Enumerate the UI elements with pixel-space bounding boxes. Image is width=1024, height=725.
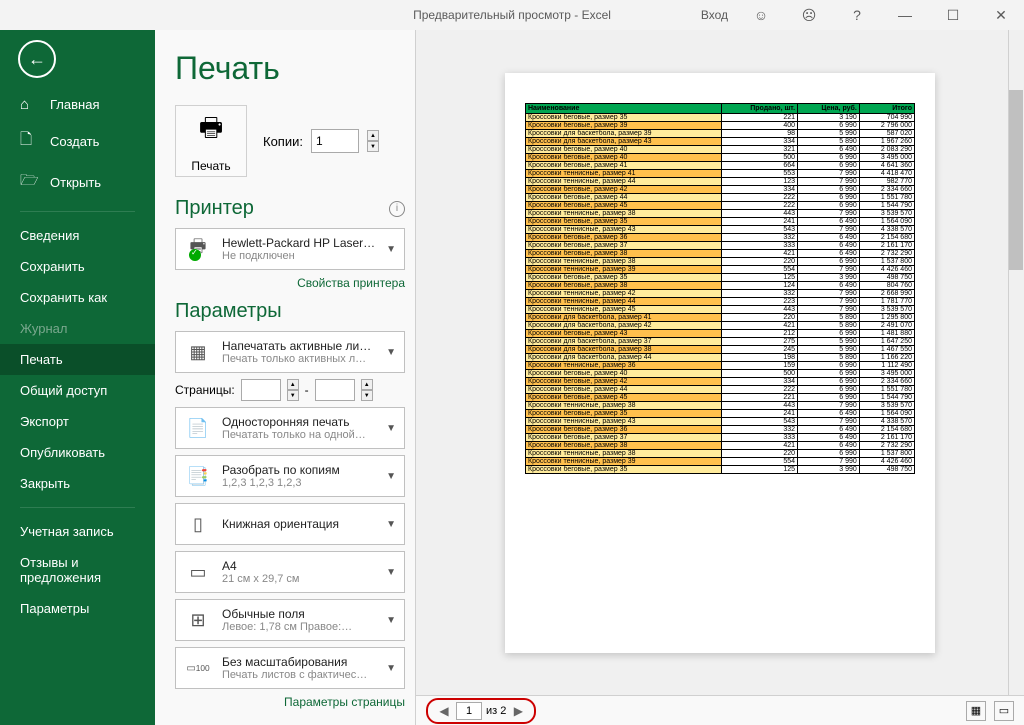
close-button[interactable]: ✕	[978, 0, 1024, 30]
nav-open[interactable]: 🗁Открыть	[0, 162, 155, 203]
prev-page-button[interactable]: ◀	[436, 704, 452, 718]
copies-label: Копии:	[263, 134, 303, 149]
chevron-down-icon: ▼	[386, 244, 396, 255]
chevron-down-icon: ▼	[386, 567, 396, 578]
page-number-input[interactable]	[456, 702, 482, 720]
nav-account[interactable]: Учетная запись	[0, 516, 155, 547]
open-icon: 🗁	[20, 170, 38, 195]
vertical-scrollbar[interactable]	[1008, 30, 1024, 695]
nav-close[interactable]: Закрыть	[0, 468, 155, 499]
nav-saveas[interactable]: Сохранить как	[0, 282, 155, 313]
chevron-down-icon: ▼	[386, 663, 396, 674]
collate-icon: 📑	[184, 462, 212, 490]
new-icon: 🗋	[20, 129, 38, 154]
nav-options[interactable]: Параметры	[0, 593, 155, 624]
print-panel: Печать 🖶 Печать Копии: ▲ ▼ Принтер i 🖶	[155, 30, 415, 725]
printer-icon: 🖶	[199, 109, 224, 153]
collate-dropdown[interactable]: 📑 Разобрать по копиям 1,2,3 1,2,3 1,2,3 …	[175, 455, 405, 497]
face-sad-icon[interactable]: ☹	[786, 0, 832, 30]
next-page-button[interactable]: ▶	[510, 704, 526, 718]
nav-separator-2	[20, 507, 135, 508]
nav-publish[interactable]: Опубликовать	[0, 437, 155, 468]
pages-to-input[interactable]	[315, 379, 355, 401]
nav-history: Журнал	[0, 313, 155, 344]
chevron-down-icon: ▼	[386, 471, 396, 482]
copies-up[interactable]: ▲	[367, 130, 379, 141]
maximize-button[interactable]: ☐	[930, 0, 976, 30]
copies-input[interactable]	[311, 129, 359, 153]
page-navigation: ◀ из 2 ▶	[426, 698, 536, 724]
pages-label: Страницы:	[175, 383, 235, 397]
preview-area: НаименованиеПродано, шт.Цена, руб.ИтогоК…	[415, 30, 1024, 725]
show-margins-button[interactable]: ▦	[966, 701, 986, 721]
chevron-down-icon: ▼	[386, 423, 396, 434]
nav-print[interactable]: Печать	[0, 344, 155, 375]
printer-section: Принтер	[175, 197, 254, 220]
copies-down[interactable]: ▼	[367, 141, 379, 152]
minimize-button[interactable]: —	[882, 0, 928, 30]
printer-properties-link[interactable]: Свойства принтера	[175, 276, 405, 290]
portrait-icon: ▯	[184, 510, 212, 538]
nav-share[interactable]: Общий доступ	[0, 375, 155, 406]
printer-device-icon: 🖶	[184, 235, 212, 263]
nav-save[interactable]: Сохранить	[0, 251, 155, 282]
paper-size-dropdown[interactable]: ▭ A4 21 см x 29,7 см ▼	[175, 551, 405, 593]
chevron-down-icon: ▼	[386, 347, 396, 358]
sides-dropdown[interactable]: 📄 Односторонняя печать Печатать только н…	[175, 407, 405, 449]
page-icon: 📄	[184, 414, 212, 442]
page-setup-link[interactable]: Параметры страницы	[175, 695, 405, 709]
sheet-icon: ▦	[184, 338, 212, 366]
signin-link[interactable]: Вход	[701, 8, 728, 22]
zoom-to-page-button[interactable]: ▭	[994, 701, 1014, 721]
help-icon[interactable]: ?	[834, 0, 880, 30]
nav-feedback[interactable]: Отзывы и предложения	[0, 547, 155, 593]
print-button[interactable]: 🖶 Печать	[175, 105, 247, 177]
margins-dropdown[interactable]: ⊞ Обычные поля Левое: 1,78 см Правое:… ▼	[175, 599, 405, 641]
info-icon[interactable]: i	[389, 201, 405, 217]
margins-icon: ⊞	[184, 606, 212, 634]
nav-export[interactable]: Экспорт	[0, 406, 155, 437]
page-title: Печать	[175, 50, 405, 87]
titlebar: Предварительный просмотр - Excel Вход ☺ …	[0, 0, 1024, 30]
params-section: Параметры	[175, 300, 282, 323]
pages-from-input[interactable]	[241, 379, 281, 401]
page-count: из 2	[486, 705, 506, 717]
chevron-down-icon: ▼	[386, 615, 396, 626]
nav-new[interactable]: 🗋Создать	[0, 121, 155, 162]
scaling-dropdown[interactable]: ▭100 Без масштабирования Печать листов с…	[175, 647, 405, 689]
home-icon: ⌂	[20, 96, 38, 113]
chevron-down-icon: ▼	[386, 519, 396, 530]
back-button[interactable]: ←	[18, 40, 56, 78]
orientation-dropdown[interactable]: ▯ Книжная ориентация ▼	[175, 503, 405, 545]
paper-icon: ▭	[184, 558, 212, 586]
backstage-sidebar: ← ⌂Главная 🗋Создать 🗁Открыть Сведения Со…	[0, 30, 155, 725]
nav-home[interactable]: ⌂Главная	[0, 88, 155, 121]
window-title: Предварительный просмотр - Excel	[413, 8, 611, 22]
face-happy-icon[interactable]: ☺	[738, 0, 784, 30]
preview-page: НаименованиеПродано, шт.Цена, руб.ИтогоК…	[505, 73, 935, 653]
printer-dropdown[interactable]: 🖶 Hewlett-Packard HP LaserJe… Не подключ…	[175, 228, 405, 270]
scaling-icon: ▭100	[184, 654, 212, 682]
print-what-dropdown[interactable]: ▦ Напечатать активные листы Печать тольк…	[175, 331, 405, 373]
nav-separator	[20, 211, 135, 212]
nav-info[interactable]: Сведения	[0, 220, 155, 251]
